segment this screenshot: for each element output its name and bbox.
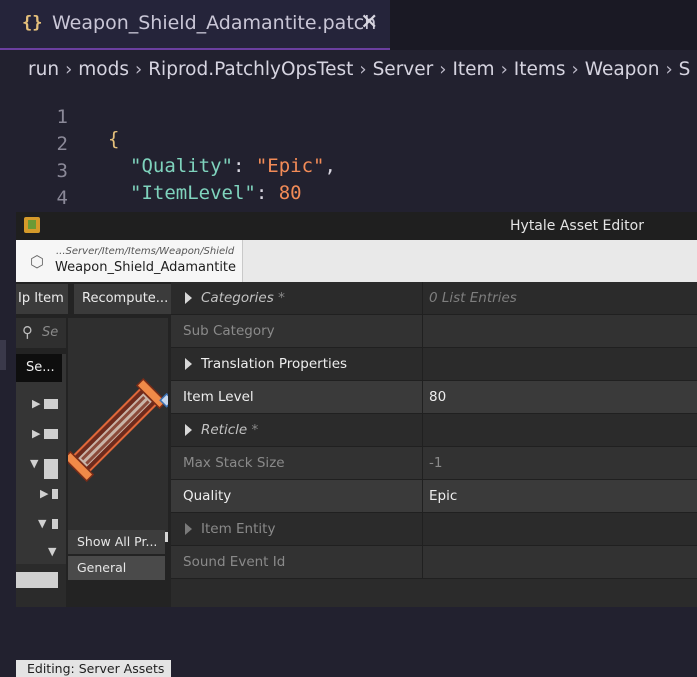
property-label: Categories (201, 290, 274, 306)
chevron-right-icon[interactable]: ▶ (40, 487, 48, 500)
folder-icon (44, 459, 58, 479)
search-icon: ⚲ (22, 323, 33, 341)
tree-row[interactable]: ▶ (16, 424, 66, 446)
window-title-bar: Hytale Asset Editor (16, 212, 697, 240)
property-label: Item Entity (201, 521, 276, 537)
asset-browser-panel: Ip Item Recompute... ⚲ Se Se... ▶ ▶ ▼ ▶ … (16, 282, 175, 677)
asset-name: Weapon_Shield_Adamantite (55, 260, 237, 275)
breadcrumb-item[interactable]: Weapon (585, 59, 660, 80)
general-tab[interactable]: General (68, 556, 165, 580)
code-line: 2 "Quality": "Epic", (0, 111, 697, 177)
property-row-reticle[interactable]: Reticle * (171, 414, 697, 447)
folder-icon (52, 519, 58, 529)
editor-tab-bar: {} Weapon_Shield_Adamantite.patch ✕ (0, 0, 697, 50)
chevron-right-icon: › (665, 58, 673, 80)
quality-value[interactable]: Epic (429, 488, 457, 504)
expand-arrow-icon[interactable] (185, 292, 192, 304)
chevron-right-icon[interactable]: ▶ (32, 427, 40, 440)
chevron-down-icon[interactable]: ▼ (48, 545, 56, 558)
code-line: 1 { (0, 84, 697, 150)
property-label: Sound Event Id (183, 554, 286, 570)
file-tab[interactable]: {} Weapon_Shield_Adamantite.patch ✕ (0, 0, 390, 50)
property-label: Sub Category (183, 323, 275, 339)
tree-row[interactable]: ▶ (16, 394, 66, 416)
code-editor[interactable]: 1 { 2 "Quality": "Epic", 3 "ItemLevel": … (0, 84, 697, 236)
chevron-right-icon: › (571, 58, 579, 80)
property-row-item-level[interactable]: Item Level 80 (171, 381, 697, 414)
property-row-item-entity[interactable]: Item Entity (171, 513, 697, 546)
property-row-quality[interactable]: Quality Epic (171, 480, 697, 513)
asset-editor-window: Hytale Asset Editor ⬡ ...Server/Item/Ite… (16, 212, 697, 677)
chevron-right-icon: › (359, 58, 367, 80)
search-placeholder: Se (42, 325, 59, 340)
show-all-properties-button[interactable]: Show All Pr... (68, 530, 165, 554)
chevron-right-icon: › (65, 58, 73, 80)
hytale-app-icon (24, 217, 40, 233)
breadcrumb-item[interactable]: Item (452, 59, 494, 80)
chevron-right-icon: › (500, 58, 508, 80)
folder-icon (44, 429, 58, 439)
property-grid: Categories * 0 List Entries Sub Category… (171, 282, 697, 607)
property-label: Translation Properties (201, 356, 348, 372)
tree-row[interactable]: ▼ (16, 542, 66, 564)
document-tab-bar: ⬡ ...Server/Item/Items/Weapon/Shield Wea… (16, 240, 697, 282)
breadcrumb-item[interactable]: mods (78, 59, 129, 80)
item-level-value[interactable]: 80 (429, 389, 446, 405)
property-label: Max Stack Size (183, 455, 285, 471)
property-value: 0 List Entries (429, 290, 517, 306)
asset-tree[interactable]: Se... ▶ ▶ ▼ ▶ ▼ ▼ (16, 354, 66, 564)
activity-bar-edge (0, 340, 6, 370)
property-row-sound-event-id[interactable]: Sound Event Id (171, 546, 697, 579)
tree-row[interactable]: ▼ (16, 514, 66, 536)
chevron-down-icon[interactable]: ▼ (38, 517, 46, 530)
scrollbar-thumb[interactable] (16, 572, 58, 588)
search-input[interactable]: ⚲ Se (16, 318, 66, 348)
file-tab-title: Weapon_Shield_Adamantite.patch (52, 12, 377, 34)
asset-tab[interactable]: ⬡ ...Server/Item/Items/Weapon/Shield Wea… (16, 240, 243, 282)
property-label: Reticle (201, 422, 248, 438)
expand-arrow-icon[interactable] (185, 424, 192, 436)
window-title: Hytale Asset Editor (510, 218, 644, 234)
cube-icon: ⬡ (30, 252, 44, 271)
breadcrumb-item[interactable]: Items (514, 59, 566, 80)
breadcrumb-item[interactable]: S (679, 59, 691, 80)
folder-icon (52, 489, 58, 499)
json-file-icon: {} (22, 13, 43, 33)
property-label: Item Level (183, 389, 254, 405)
status-bar: Editing: Server Assets (16, 660, 171, 677)
chevron-down-icon[interactable]: ▼ (30, 457, 38, 470)
expand-arrow-icon[interactable] (185, 523, 192, 535)
chevron-right-icon: › (135, 58, 143, 80)
code-line: 4 } (0, 165, 697, 231)
tree-item-selected[interactable]: Se... (16, 354, 62, 382)
breadcrumb-item[interactable]: run (28, 59, 59, 80)
breadcrumb: run › mods › Riprod.PatchlyOpsTest › Server… (28, 55, 690, 83)
tree-row[interactable]: ▶ (16, 484, 66, 506)
property-label: Quality (183, 488, 232, 504)
property-row-sub-category[interactable]: Sub Category (171, 315, 697, 348)
required-star: * (278, 290, 285, 306)
item-button[interactable]: Ip Item (16, 284, 68, 314)
property-row-max-stack-size[interactable]: Max Stack Size -1 (171, 447, 697, 480)
code-line: 3 "ItemLevel": 80 (0, 138, 697, 204)
tree-row[interactable]: ▼ (16, 454, 66, 479)
item-preview (63, 318, 175, 533)
tree-footer (16, 564, 66, 607)
chevron-right-icon: › (439, 58, 447, 80)
close-icon[interactable]: ✕ (360, 10, 378, 35)
required-star: * (251, 422, 259, 438)
asset-path: ...Server/Item/Items/Weapon/Shield (56, 246, 235, 257)
shield-icon (63, 378, 175, 482)
chevron-right-icon[interactable]: ▶ (32, 397, 40, 410)
folder-icon (44, 399, 58, 409)
breadcrumb-item[interactable]: Server (373, 59, 434, 80)
breadcrumb-item[interactable]: Riprod.PatchlyOpsTest (148, 59, 353, 80)
recompute-button[interactable]: Recompute... (74, 284, 172, 314)
property-row-translation-properties[interactable]: Translation Properties (171, 348, 697, 381)
expand-arrow-icon[interactable] (185, 358, 192, 370)
max-stack-size-value[interactable]: -1 (429, 455, 442, 471)
property-row-categories[interactable]: Categories * 0 List Entries (171, 282, 697, 315)
